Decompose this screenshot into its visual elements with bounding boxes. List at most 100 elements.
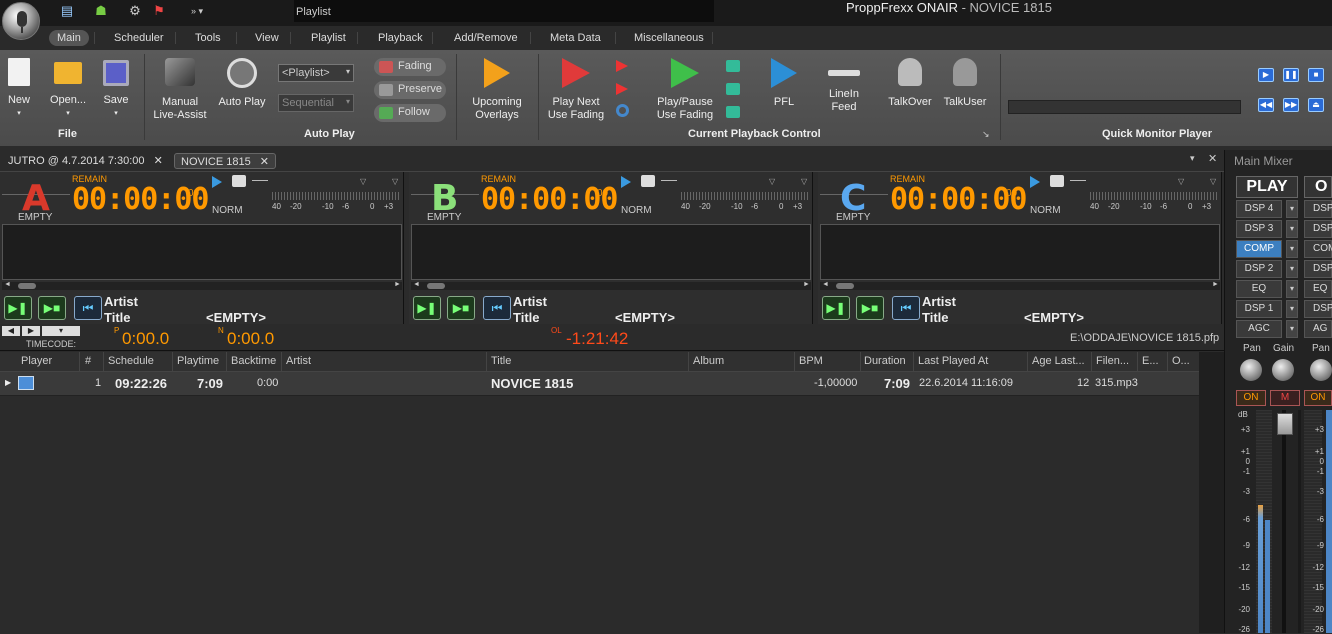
auto-play-button[interactable]: Auto Play	[216, 58, 268, 109]
close-icon[interactable]: ✕	[1208, 152, 1217, 165]
play-stop-icon[interactable]: ▶■	[38, 296, 66, 320]
scroll-thumb[interactable]	[836, 283, 854, 289]
play-stop-icon[interactable]: ▶■	[856, 296, 884, 320]
scroll-left-icon[interactable]: ◄	[822, 281, 829, 288]
play-pause-icon[interactable]: ▶❚	[413, 296, 441, 320]
play-pause-icon[interactable]: ▶❚	[822, 296, 850, 320]
flag-icon[interactable]: ⚑	[150, 2, 168, 20]
on-toggle[interactable]: ON	[1236, 390, 1266, 406]
new-button[interactable]: New ▾	[4, 58, 34, 120]
scroll-thumb[interactable]	[18, 283, 36, 289]
qmp-play-icon[interactable]: ▶	[1258, 68, 1274, 82]
doc-tab-novice[interactable]: NOVICE 1815 ✕	[174, 153, 276, 169]
manual-live-assist-button[interactable]: Manual Live-Assist	[150, 58, 210, 122]
tab-miscellaneous[interactable]: Miscellaneous	[626, 30, 712, 46]
qmp-stop-icon[interactable]: ■	[1308, 68, 1324, 82]
agc-button[interactable]: AGC	[1236, 320, 1282, 338]
fade-icon[interactable]	[661, 180, 677, 181]
fading-toggle[interactable]: Fading	[374, 58, 446, 76]
play-queue-icon[interactable]	[726, 83, 740, 95]
chevron-down-icon[interactable]: ▾	[1286, 280, 1298, 298]
dsp2-button-2[interactable]: DSP	[1304, 260, 1332, 278]
col-number[interactable]: #	[85, 355, 91, 367]
fade-icon[interactable]	[1070, 180, 1086, 181]
dsp3-button[interactable]: DSP 3	[1236, 220, 1282, 238]
edit-icon[interactable]	[1050, 175, 1064, 187]
play-small-icon[interactable]	[616, 83, 628, 95]
tab-list-dropdown-icon[interactable]: ▾	[1190, 153, 1195, 164]
tab-playback[interactable]: Playback	[370, 30, 431, 46]
doc-tab-jutro[interactable]: JUTRO @ 4.7.2014 7:30:00 ✕	[2, 153, 169, 169]
dsp2-button[interactable]: DSP 2	[1236, 260, 1282, 278]
comp-button[interactable]: COMP	[1236, 240, 1282, 258]
tab-playlist[interactable]: Playlist	[303, 30, 354, 46]
chevron-down-icon[interactable]: ▾	[1286, 320, 1298, 338]
col-duration[interactable]: Duration	[864, 355, 906, 367]
vertical-scrollbar[interactable]	[1199, 352, 1224, 633]
sequential-dropdown[interactable]: Sequential ▾	[278, 94, 354, 112]
chevron-down-icon[interactable]: ▽	[1210, 177, 1216, 186]
play-pause-button[interactable]: Play/Pause Use Fading	[652, 58, 718, 122]
fade-icon[interactable]	[252, 180, 268, 181]
dsp1-button[interactable]: DSP 1	[1236, 300, 1282, 318]
scroll-thumb[interactable]	[427, 283, 445, 289]
dsp3-button-2[interactable]: DSP	[1304, 220, 1332, 238]
app-menu-orb[interactable]	[2, 2, 40, 40]
close-icon[interactable]: ✕	[260, 156, 269, 168]
pan-knob-2[interactable]	[1310, 359, 1332, 381]
col-bpm[interactable]: BPM	[799, 355, 823, 367]
col-age[interactable]: Age Last...	[1032, 355, 1085, 367]
col-filename[interactable]: Filen...	[1096, 355, 1129, 367]
cue-play-icon[interactable]	[621, 176, 631, 188]
waveform-display[interactable]	[411, 224, 811, 280]
playlist-dropdown[interactable]: <Playlist> ▾	[278, 64, 354, 82]
col-backtime[interactable]: Backtime	[231, 355, 276, 367]
agc-button-2[interactable]: AG	[1304, 320, 1332, 338]
tab-view[interactable]: View	[247, 30, 287, 46]
rewind-icon[interactable]: ⏮	[892, 296, 920, 320]
settings-icon[interactable]: ⚙	[126, 2, 144, 20]
rewind-icon[interactable]: ⏮	[483, 296, 511, 320]
chevron-down-icon[interactable]: ▽	[1178, 177, 1184, 186]
cue-play-icon[interactable]	[1030, 176, 1040, 188]
gain-knob[interactable]	[1272, 359, 1294, 381]
upcoming-overlays-button[interactable]: Upcoming Overlays	[464, 58, 530, 122]
talkuser-button[interactable]: TalkUser	[940, 58, 990, 109]
scroll-right-icon[interactable]: ►	[803, 281, 810, 288]
second-channel-label[interactable]: O	[1304, 176, 1332, 198]
eq-button-2[interactable]: EQ	[1304, 280, 1332, 298]
scroll-right-icon[interactable]: ►	[394, 281, 401, 288]
col-title[interactable]: Title	[491, 355, 511, 367]
rewind-icon[interactable]: ⏮	[74, 296, 102, 320]
col-playtime[interactable]: Playtime	[177, 355, 219, 367]
waveform-scrollbar[interactable]	[411, 282, 811, 290]
dsp4-button-2[interactable]: DSP	[1304, 200, 1332, 218]
playlist-icon[interactable]: ▤	[58, 2, 76, 20]
waveform-display[interactable]	[820, 224, 1220, 280]
col-e[interactable]: E...	[1142, 355, 1159, 367]
table-row[interactable]	[0, 372, 1199, 396]
scroll-right-icon[interactable]: ►	[1212, 281, 1219, 288]
tab-meta-data[interactable]: Meta Data	[542, 30, 609, 46]
cue-play-icon[interactable]	[212, 176, 222, 188]
on-toggle-2[interactable]: ON	[1304, 390, 1332, 406]
customize-quick-access-icon[interactable]: » ▾	[188, 2, 206, 20]
qmp-rewind-icon[interactable]: ◀◀	[1258, 98, 1274, 112]
play-pause-icon[interactable]: ▶❚	[4, 296, 32, 320]
comp-button-2[interactable]: COM	[1304, 240, 1332, 258]
mute-toggle[interactable]: M	[1270, 390, 1300, 406]
play-next-button[interactable]: Play Next Use Fading	[544, 58, 608, 122]
talkover-button[interactable]: TalkOver	[884, 58, 936, 109]
chevron-down-icon[interactable]: ▾	[1286, 200, 1298, 218]
scroll-left-icon[interactable]: ◄	[413, 281, 420, 288]
dialog-launcher-icon[interactable]: ↘	[982, 129, 990, 140]
open-button[interactable]: Open... ▾	[46, 58, 90, 120]
qmp-progress[interactable]	[1008, 100, 1241, 114]
col-last-played[interactable]: Last Played At	[918, 355, 988, 367]
eq-button[interactable]: EQ	[1236, 280, 1282, 298]
follow-toggle[interactable]: Follow	[374, 104, 446, 122]
linein-feed-button[interactable]: LineIn Feed	[822, 58, 866, 114]
waveform-display[interactable]	[2, 224, 402, 280]
edit-icon[interactable]	[232, 175, 246, 187]
qmp-eject-icon[interactable]: ⏏	[1308, 98, 1324, 112]
